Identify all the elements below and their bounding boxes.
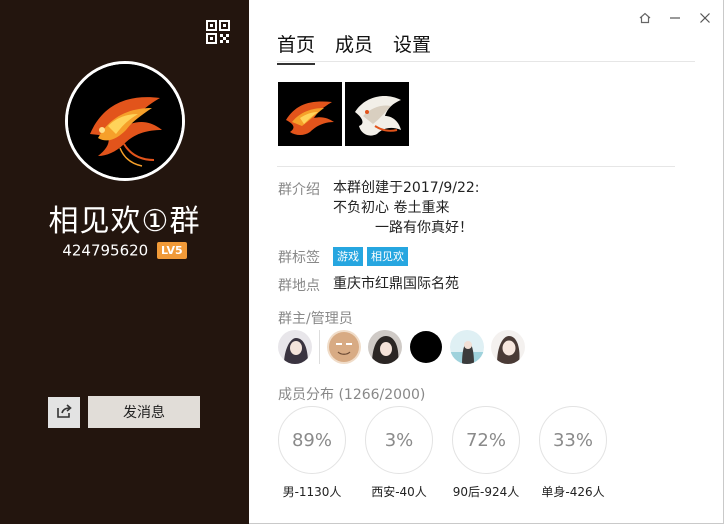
- location-value: 重庆市红鼎国际名苑: [333, 276, 459, 292]
- stat-percent: 89%: [278, 406, 346, 474]
- admin-avatar[interactable]: [450, 330, 484, 364]
- stat-age[interactable]: 72% 90后-924人: [452, 406, 539, 500]
- stat-label: 西安-40人: [371, 485, 427, 499]
- tab-settings[interactable]: 设置: [393, 30, 431, 65]
- tags-label: 群标签: [278, 250, 320, 266]
- group-name: 相见欢①群: [48, 204, 201, 239]
- minimize-icon[interactable]: [667, 10, 683, 26]
- section-divider: [277, 166, 675, 167]
- stat-label: 90后-924人: [452, 485, 520, 499]
- admin-avatar[interactable]: [368, 330, 402, 364]
- owner-avatar[interactable]: [278, 330, 312, 364]
- stat-percent: 3%: [365, 406, 433, 474]
- tab-bar: 首页 成员 设置: [277, 30, 451, 65]
- tab-members[interactable]: 成员: [335, 30, 373, 65]
- intro-label: 群介绍: [278, 182, 320, 198]
- window-controls: [637, 10, 713, 26]
- tab-home[interactable]: 首页: [277, 30, 316, 65]
- distribution-label: 成员分布 (1266/2000): [278, 387, 426, 403]
- member-stats: 89% 男-1130人 3% 西安-40人 72% 90后-924人 33% 单…: [278, 406, 626, 500]
- intro-text: 本群创建于2017/9/22: 不负初心 卷土重来 一路有你真好！: [333, 178, 480, 238]
- stat-percent: 72%: [452, 406, 520, 474]
- tag-xiangjianhuan[interactable]: 相见欢: [367, 247, 408, 266]
- admin-avatar[interactable]: [409, 330, 443, 364]
- close-icon[interactable]: [697, 10, 713, 26]
- group-photo[interactable]: [345, 82, 409, 146]
- share-button[interactable]: [48, 397, 80, 428]
- location-label: 群地点: [278, 278, 320, 294]
- level-badge: LV5: [157, 242, 187, 259]
- tag-game[interactable]: 游戏: [333, 247, 363, 266]
- stat-label: 单身-426人: [541, 485, 605, 499]
- stat-label: 男-1130人: [282, 485, 342, 499]
- stat-single[interactable]: 33% 单身-426人: [539, 406, 626, 500]
- stat-gender[interactable]: 89% 男-1130人: [278, 406, 365, 500]
- group-photo[interactable]: [278, 82, 342, 146]
- group-id: 424795620: [62, 241, 149, 260]
- tab-divider: [277, 61, 695, 62]
- tag-list: 游戏 相见欢: [333, 247, 408, 266]
- intro-line: 本群创建于2017/9/22:: [333, 180, 480, 196]
- admin-avatar[interactable]: [327, 330, 361, 364]
- share-icon: [56, 404, 72, 421]
- qr-code-icon[interactable]: [206, 20, 230, 44]
- admins-label: 群主/管理员: [278, 311, 353, 327]
- admin-avatar[interactable]: [491, 330, 525, 364]
- group-avatar[interactable]: [65, 61, 185, 181]
- stat-region[interactable]: 3% 西安-40人: [365, 406, 452, 500]
- left-panel: 相见欢①群 424795620 LV5 发消息: [0, 0, 249, 524]
- intro-line: 不负初心 卷土重来: [333, 200, 450, 216]
- intro-line: 一路有你真好！: [375, 220, 473, 236]
- right-panel: 首页 成员 设置 群介绍 本群创建于2017/9/22: 不负初心 卷土重来 一…: [249, 0, 724, 524]
- home-icon[interactable]: [637, 10, 653, 26]
- send-message-button[interactable]: 发消息: [88, 396, 200, 428]
- group-id-row: 424795620 LV5: [0, 241, 249, 260]
- stat-percent: 33%: [539, 406, 607, 474]
- group-photos: [278, 82, 409, 146]
- owner-separator: [319, 330, 320, 364]
- admin-list: [278, 330, 532, 364]
